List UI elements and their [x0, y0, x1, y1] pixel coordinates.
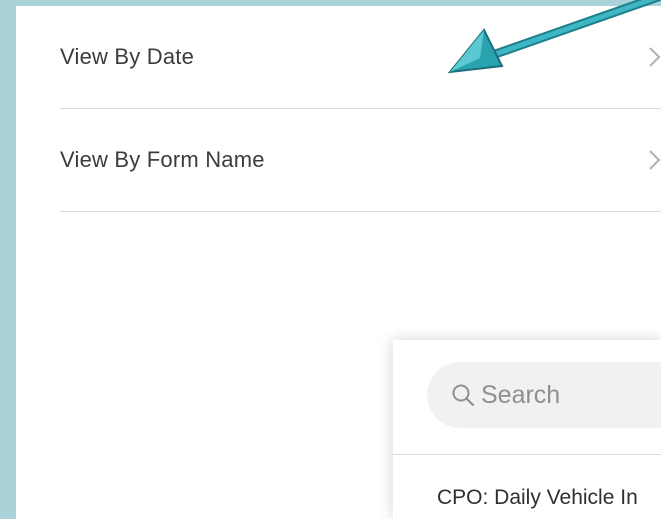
annotation-arrow-icon — [447, 0, 661, 74]
view-by-form-name-row[interactable]: View By Form Name — [60, 109, 661, 212]
view-by-form-name-label: View By Form Name — [60, 147, 265, 172]
view-by-date-label: View By Date — [60, 44, 195, 69]
search-icon — [451, 383, 475, 407]
search-bar[interactable] — [427, 362, 661, 428]
divider — [393, 454, 661, 455]
chevron-right-icon — [647, 149, 661, 171]
search-input[interactable] — [481, 380, 631, 410]
form-list-item[interactable]: CPO: Daily Vehicle In — [437, 486, 638, 510]
search-popup: CPO: Daily Vehicle In — [393, 340, 661, 519]
